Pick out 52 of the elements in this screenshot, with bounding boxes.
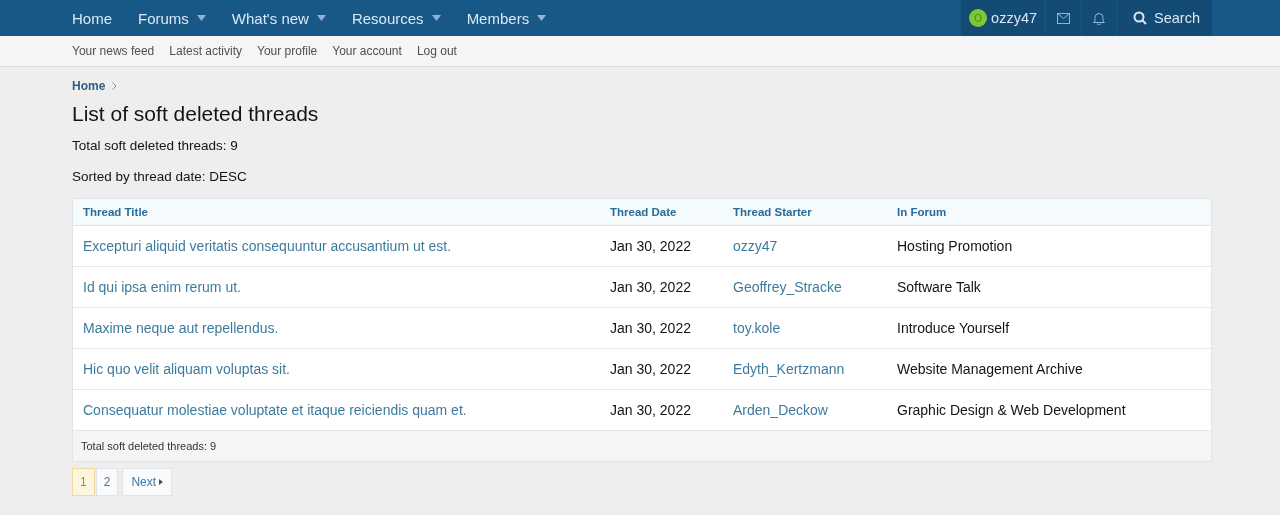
table-cell: Hosting Promotion	[897, 238, 1013, 254]
subnav-link[interactable]: Your profile	[257, 44, 318, 58]
table-cell: Jan 30, 2022	[610, 238, 691, 254]
table-cell: Software Talk	[897, 279, 981, 295]
column-header: Thread Title	[73, 199, 600, 226]
page-link[interactable]: 2	[95, 468, 119, 496]
subnav-link[interactable]: Latest activity	[169, 44, 242, 58]
table-cell: Introduce Yourself	[897, 320, 1010, 336]
thread-link[interactable]: Excepturi aliquid veritatis consequuntur accusantium ut est.	[83, 238, 452, 254]
page-link[interactable]: 1	[72, 468, 95, 496]
nav-tab[interactable]: What's new	[217, 0, 338, 36]
column-header: Thread Starter	[723, 199, 887, 226]
user-link[interactable]: toy.kole	[733, 320, 781, 336]
column-header: Thread Date	[600, 199, 723, 226]
avatar-icon: O	[969, 9, 988, 27]
nav-tab[interactable]: Resources	[337, 0, 453, 36]
nav-tab[interactable]: Members	[452, 0, 559, 36]
user-link[interactable]: Geoffrey_Stracke	[733, 279, 842, 295]
table-cell: Jan 30, 2022	[610, 320, 691, 336]
search-button[interactable]: Search	[1117, 0, 1212, 36]
thread-link[interactable]: Id qui ipsa enim rerum ut.	[83, 279, 241, 295]
envelope-icon	[1057, 12, 1071, 24]
caret-icon	[159, 479, 164, 485]
inbox-button[interactable]	[1046, 0, 1082, 36]
user-link[interactable]: Arden_Deckow	[733, 402, 828, 418]
subnav-link[interactable]: Log out	[416, 44, 457, 58]
bell-icon	[1093, 11, 1106, 25]
nav-tab[interactable]: Home	[58, 0, 124, 36]
thread-link[interactable]: Hic quo velit aliquam voluptas sit.	[83, 361, 290, 377]
search-icon	[1133, 11, 1148, 25]
breadcrumb-link[interactable]: Home	[72, 79, 106, 93]
column-header: In Forum	[887, 199, 1211, 226]
subnav-link[interactable]: Your news feed	[72, 44, 155, 58]
user-link[interactable]: ozzy47	[733, 238, 778, 254]
user-menu[interactable]: O ozzy47	[961, 0, 1046, 36]
table-footer: Total soft deleted threads: 9	[73, 431, 1211, 461]
chevron-icon	[112, 82, 118, 90]
table-cell: Graphic Design & Web Development	[897, 402, 1126, 418]
user-link[interactable]: Edyth_Kertzmann	[733, 361, 845, 377]
info-text: Total soft deleted threads: 9	[72, 138, 239, 153]
page-title: List of soft deleted threads	[72, 102, 320, 126]
table-cell: Jan 30, 2022	[610, 279, 691, 295]
info-text: Sorted by thread date: DESC	[72, 169, 248, 184]
table-cell: Jan 30, 2022	[610, 361, 691, 377]
table-cell: Website Management Archive	[897, 361, 1083, 377]
next-button[interactable]: Next	[122, 468, 173, 496]
alerts-button[interactable]	[1082, 0, 1117, 36]
thread-link[interactable]: Maxime neque aut repellendus.	[83, 320, 279, 336]
subnav-link[interactable]: Your account	[332, 44, 402, 58]
table-cell: Jan 30, 2022	[610, 402, 691, 418]
thread-link[interactable]: Consequatur molestiae voluptate et itaque reiciendis quam et.	[83, 402, 467, 418]
nav-tab[interactable]: Forums	[124, 0, 218, 36]
